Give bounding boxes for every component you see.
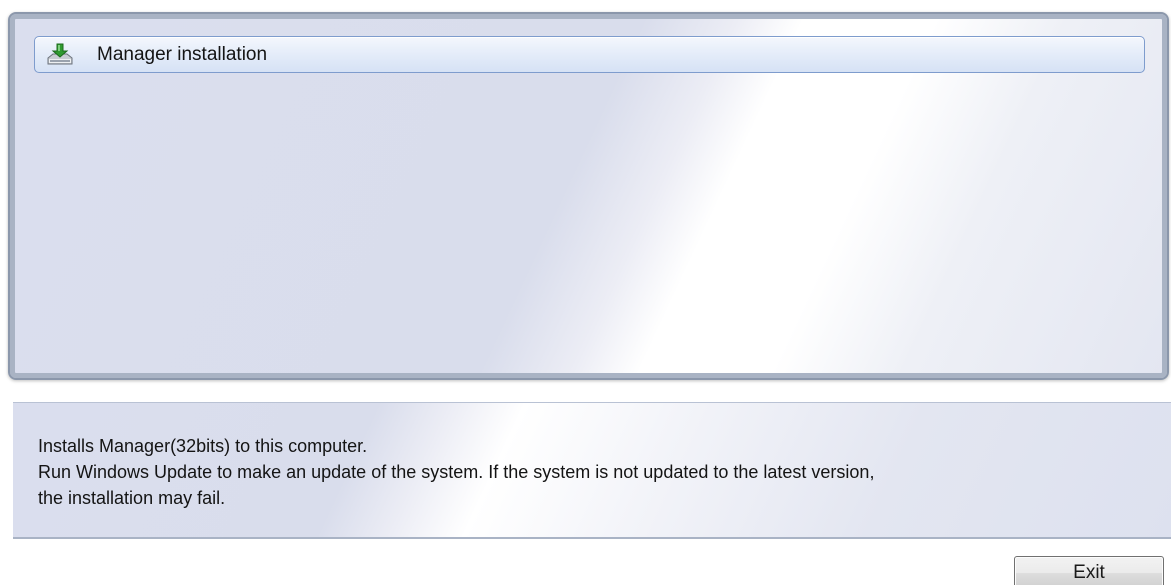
install-download-icon	[45, 43, 75, 67]
description-line: Installs Manager(32bits) to this compute…	[38, 436, 368, 456]
description-panel: Installs Manager(32bits) to this compute…	[13, 402, 1171, 539]
manager-installation-item[interactable]: Manager installation	[34, 36, 1145, 73]
exit-button[interactable]: Exit	[1014, 556, 1164, 585]
installer-item-list: Manager installation	[34, 36, 1145, 73]
description-line: the installation may fail.	[38, 488, 226, 508]
item-label: Manager installation	[97, 43, 268, 65]
description-text: Installs Manager(32bits) to this compute…	[38, 433, 1161, 511]
installer-item-panel: Manager installation	[8, 12, 1169, 380]
description-line: Run Windows Update to make an update of …	[38, 462, 875, 482]
installer-window: Manager installation Installs Manager(32…	[0, 0, 1171, 585]
